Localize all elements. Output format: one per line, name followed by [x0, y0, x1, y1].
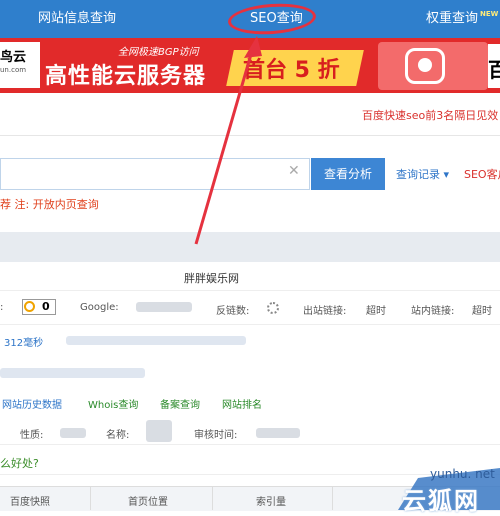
annotation-arrow-head	[244, 36, 262, 58]
annotation-arrow-shaft	[194, 43, 256, 245]
watermark-text: 云狐网	[402, 487, 480, 515]
annotation-arrow	[194, 36, 262, 245]
watermark-url: yunhu. net	[430, 467, 495, 481]
